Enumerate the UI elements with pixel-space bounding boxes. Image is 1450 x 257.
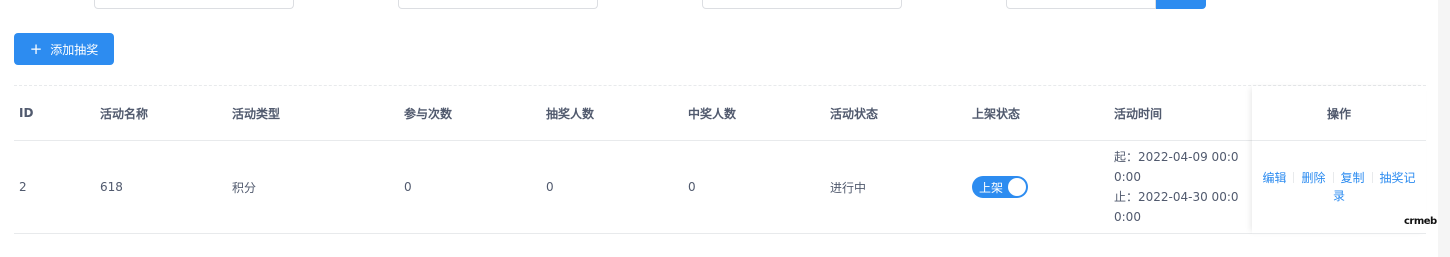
cell-participations: 0 [404, 180, 412, 194]
delete-link[interactable]: 删除 [1301, 171, 1325, 185]
cell-name: 618 [100, 180, 123, 194]
edit-link[interactable]: 编辑 [1262, 171, 1286, 185]
separator [1371, 172, 1373, 183]
header-name: 活动名称 [100, 106, 149, 121]
cell-winners: 0 [688, 180, 696, 194]
cell-actions: 编辑 删除 复制 抽奖记录 [1252, 141, 1426, 234]
header-winners: 中奖人数 [688, 106, 737, 121]
lottery-table: ID 活动名称 活动类型 参与次数 抽奖人数 中奖人数 活动状态 上架状态 活动… [14, 86, 1426, 234]
actions-column: 操作 编辑 删除 复制 抽奖记录 [1252, 86, 1426, 234]
cell-activity-status: 进行中 [830, 180, 867, 195]
copy-link[interactable]: 复制 [1341, 171, 1365, 185]
header-activity-status: 活动状态 [830, 106, 879, 121]
header-actions: 操作 [1252, 86, 1426, 141]
cell-drawers: 0 [546, 180, 554, 194]
toggle-knob [1008, 178, 1026, 196]
crmeb-logo: crmeb [1404, 216, 1437, 227]
shelf-toggle-switch[interactable]: 上架 [972, 176, 1028, 198]
separator [1332, 172, 1334, 183]
filter-input-3[interactable] [702, 0, 902, 9]
add-lottery-button[interactable]: + 添加抽奖 [14, 33, 114, 65]
shelf-toggle-label: 上架 [979, 180, 1004, 195]
cell-type: 积分 [232, 180, 257, 195]
header-type: 活动类型 [232, 106, 281, 121]
header-drawers: 抽奖人数 [546, 106, 595, 121]
add-lottery-label: 添加抽奖 [50, 42, 99, 57]
cell-shelf-status: 上架 [967, 141, 1028, 233]
header-shelf-status: 上架状态 [972, 106, 1021, 121]
cell-id: 2 [19, 180, 27, 194]
filter-input-2[interactable] [398, 0, 598, 9]
search-button[interactable] [1156, 0, 1206, 9]
plus-icon: + [29, 39, 43, 58]
header-activity-time: 活动时间 [1114, 106, 1163, 121]
header-participations: 参与次数 [404, 106, 453, 121]
time-start: 起：2022-04-09 00:00:00 [1114, 150, 1239, 184]
header-id: ID [19, 106, 34, 120]
cell-activity-time: 起：2022-04-09 00:00:00 止：2022-04-30 00:00… [1109, 141, 1246, 233]
separator [1293, 172, 1295, 183]
table-header: ID 活动名称 活动类型 参与次数 抽奖人数 中奖人数 活动状态 上架状态 活动… [14, 86, 1426, 141]
filter-input-1[interactable] [94, 0, 294, 9]
filter-input-4[interactable] [1006, 0, 1156, 9]
time-end: 止：2022-04-30 00:00:00 [1114, 190, 1239, 224]
table-row: 2 618 积分 0 0 0 进行中 上架 起：2022-04-09 00:00… [14, 141, 1426, 234]
vertical-scrollbar[interactable] [1438, 0, 1450, 257]
